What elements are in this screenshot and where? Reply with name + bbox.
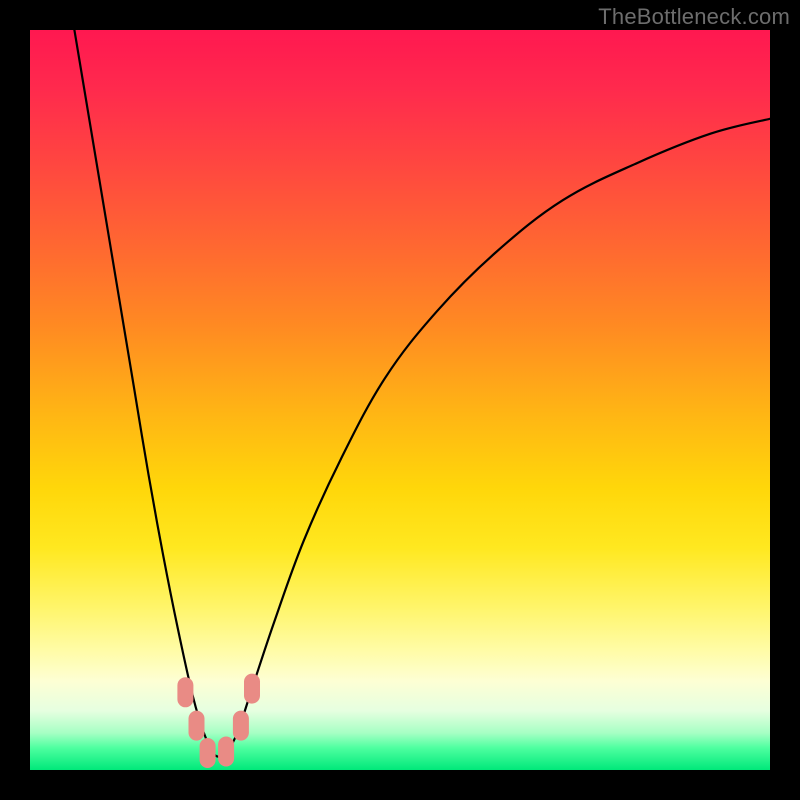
plot-area [30, 30, 770, 770]
curve-marker [218, 737, 234, 767]
curve-marker [244, 674, 260, 704]
curve-markers [177, 674, 260, 768]
bottleneck-curve [74, 30, 770, 757]
watermark-text: TheBottleneck.com [598, 4, 790, 30]
curve-marker [200, 738, 216, 768]
curve-marker [189, 711, 205, 741]
curve-marker [177, 677, 193, 707]
chart-frame: TheBottleneck.com [0, 0, 800, 800]
chart-svg [30, 30, 770, 770]
curve-marker [233, 711, 249, 741]
